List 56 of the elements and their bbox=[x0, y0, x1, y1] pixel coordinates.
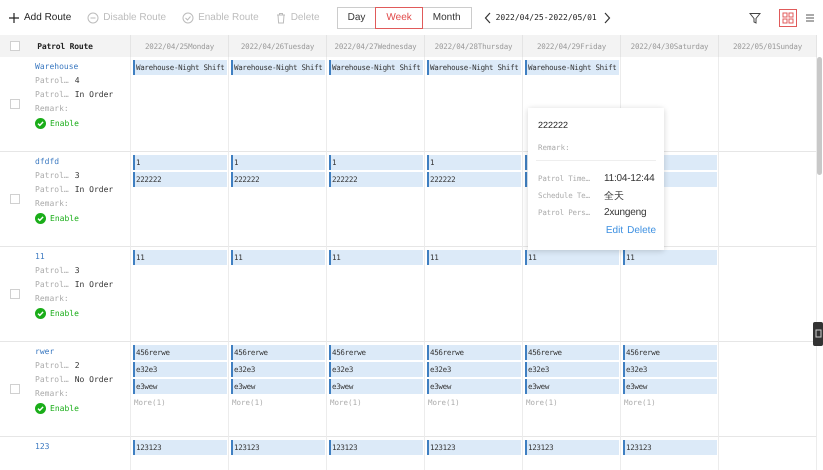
view-tab[interactable]: Day bbox=[336, 6, 376, 28]
field-value: In Order bbox=[74, 280, 114, 289]
column-header: Patrol Route bbox=[37, 42, 93, 50]
list-icon bbox=[804, 12, 816, 24]
field-value: In Order bbox=[74, 185, 114, 194]
field-label: Remark: bbox=[35, 104, 69, 113]
field-label: Patrol… bbox=[35, 185, 69, 194]
status-label: Enable bbox=[50, 404, 79, 413]
field-label: Patrol… bbox=[35, 76, 69, 85]
route-name[interactable]: 11 bbox=[35, 252, 130, 261]
plus-icon bbox=[8, 12, 20, 24]
date-range: 2022/04/25-2022/05/01 bbox=[496, 13, 597, 22]
field-value: No Order bbox=[74, 375, 114, 384]
status-label: Enable bbox=[50, 119, 79, 128]
filter-icon[interactable] bbox=[749, 12, 761, 24]
field-value: 11:04-12:44 bbox=[604, 173, 654, 184]
field-label: Patrol… bbox=[35, 171, 69, 180]
field-label: Patrol… bbox=[35, 90, 69, 99]
checkbox[interactable] bbox=[10, 289, 20, 299]
chevron-right-icon[interactable] bbox=[602, 12, 611, 24]
field-label: Remark: bbox=[35, 294, 69, 303]
field-value: In Order bbox=[74, 90, 114, 99]
route-name[interactable]: 123 bbox=[35, 442, 130, 451]
status-label: Enable bbox=[50, 309, 79, 318]
field-value: 2xungeng bbox=[604, 207, 646, 218]
field-label: Remark: bbox=[35, 389, 69, 398]
circle-check-icon bbox=[182, 12, 194, 24]
scrollbar-thumb[interactable] bbox=[817, 57, 822, 175]
popup-title: 222222 bbox=[538, 120, 570, 130]
checkbox[interactable] bbox=[10, 194, 20, 204]
chevron-left-icon[interactable] bbox=[484, 12, 492, 24]
field-value: 4 bbox=[74, 76, 80, 85]
field-label: Patrol… bbox=[35, 266, 69, 275]
field-value: 2 bbox=[74, 361, 80, 370]
side-panel-icon[interactable] bbox=[813, 322, 823, 346]
route-name[interactable]: rwer bbox=[35, 347, 130, 356]
grid-view-button[interactable] bbox=[779, 8, 797, 26]
checkbox[interactable] bbox=[10, 41, 20, 51]
view-tab[interactable]: Month bbox=[422, 6, 472, 28]
route-name[interactable]: Warehouse bbox=[35, 62, 130, 71]
field-value: 3 bbox=[74, 171, 80, 180]
trash-icon bbox=[274, 12, 287, 24]
route-name[interactable]: dfdfd bbox=[35, 157, 130, 166]
checkbox[interactable] bbox=[10, 384, 20, 394]
view-tab[interactable]: Week bbox=[375, 6, 423, 28]
field-value: 全天 bbox=[604, 190, 624, 202]
circle-minus-icon bbox=[87, 12, 100, 24]
field-label: Remark: bbox=[35, 199, 69, 208]
grid-icon bbox=[782, 12, 794, 24]
toolbar-button[interactable]: Add Route bbox=[8, 12, 78, 24]
field-label: Patrol… bbox=[35, 361, 69, 370]
status-label: Enable bbox=[50, 214, 79, 223]
field-label: Patrol… bbox=[35, 375, 69, 384]
field-label: Patrol… bbox=[35, 280, 69, 289]
checkbox[interactable] bbox=[10, 99, 20, 109]
field-value: 3 bbox=[74, 266, 80, 275]
